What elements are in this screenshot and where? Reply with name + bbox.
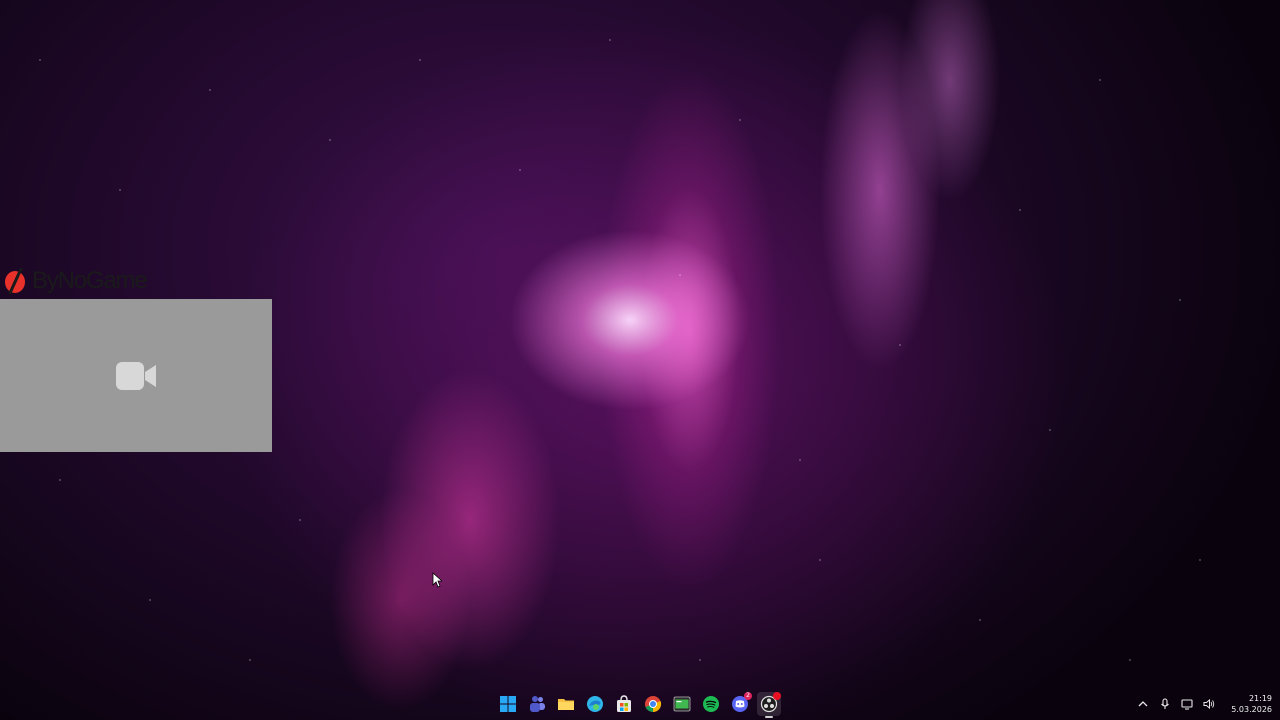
video-camera-icon (116, 361, 156, 390)
display-button[interactable] (1181, 698, 1193, 710)
edge-button[interactable] (583, 692, 607, 716)
clock-date: 5.03.2026 (1231, 705, 1272, 714)
overlay-logo: ByNoGame (4, 264, 148, 298)
clock-time: 21:19 (1248, 694, 1272, 703)
webcam-panel (0, 299, 272, 452)
microphone-button[interactable] (1159, 698, 1171, 710)
chrome-button[interactable] (641, 692, 665, 716)
start-button[interactable] (496, 692, 520, 716)
bynogame-logo-icon (5, 268, 25, 294)
teams-button[interactable] (525, 692, 549, 716)
clock[interactable]: 21:19 5.03.2026 (1231, 693, 1272, 715)
discord-button[interactable]: 2 (728, 692, 752, 716)
store-button[interactable] (612, 692, 636, 716)
discord-notification-badge: 2 (744, 692, 752, 700)
spotify-button[interactable] (699, 692, 723, 716)
terminal-icon (673, 696, 691, 712)
obs-button[interactable] (757, 692, 781, 718)
show-hidden-icons-button[interactable] (1137, 698, 1149, 710)
windows-icon (500, 696, 516, 712)
folder-icon (558, 699, 574, 710)
obs-recording-indicator (773, 692, 781, 700)
volume-button[interactable] (1203, 698, 1215, 710)
spotify-icon (703, 696, 719, 712)
edge-icon (587, 696, 603, 712)
chevron-up-icon (1138, 701, 1148, 707)
file-explorer-button[interactable] (554, 692, 578, 716)
taskbar: 2 21:19 5.03.2026 (0, 688, 1280, 720)
mouse-cursor-icon (432, 572, 442, 588)
system-tray: 21:19 5.03.2026 (1137, 692, 1272, 716)
store-icon (617, 695, 631, 712)
taskbar-apps: 2 (496, 692, 781, 718)
microphone-icon (1161, 698, 1170, 709)
volume-icon (1203, 698, 1215, 710)
overlay-logo-text: ByNoGame (32, 267, 148, 294)
desktop: ByNoGame 2 21:19 5.03.2026 (0, 0, 1280, 720)
teams-icon (530, 696, 545, 712)
display-icon (1181, 699, 1193, 710)
terminal-button[interactable] (670, 692, 694, 716)
chrome-icon (645, 696, 662, 713)
